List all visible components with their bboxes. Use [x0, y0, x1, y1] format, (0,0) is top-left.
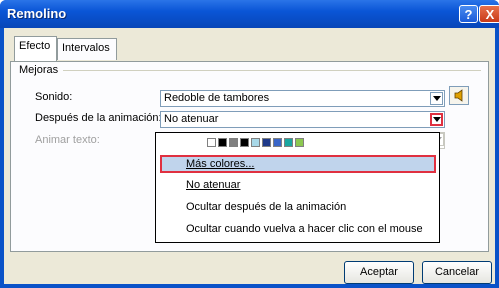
- menu-item-label: Ocultar después de la animación: [186, 201, 347, 213]
- tab-intervalos[interactable]: Intervalos: [57, 38, 117, 60]
- sound-dropdown-arrow[interactable]: [430, 92, 443, 105]
- close-button[interactable]: X: [479, 5, 499, 23]
- chevron-down-icon: [433, 117, 441, 122]
- color-swatch[interactable]: [262, 138, 271, 147]
- color-swatch[interactable]: [240, 138, 249, 147]
- menu-item-no-fade[interactable]: No atenuar: [160, 177, 436, 195]
- menu-item-hide-on-click[interactable]: Ocultar cuando vuelva a hacer clic con e…: [160, 221, 436, 239]
- menu-item-label: Ocultar cuando vuelva a hacer clic con e…: [186, 223, 423, 235]
- tab-efecto[interactable]: Efecto: [14, 36, 57, 61]
- window-title: Remolino: [7, 6, 67, 21]
- animate-text-label: Animar texto:: [35, 134, 100, 146]
- after-animation-label: Después de la animación:: [35, 112, 162, 124]
- menu-item-more-colors[interactable]: Más colores...: [160, 155, 436, 173]
- sound-label: Sonido:: [35, 91, 73, 103]
- help-button[interactable]: ?: [459, 5, 478, 23]
- color-swatch[interactable]: [218, 138, 227, 147]
- after-animation-value: No atenuar: [164, 113, 219, 125]
- after-animation-dropdown-arrow[interactable]: [430, 113, 443, 126]
- speaker-icon: [454, 89, 463, 102]
- sound-value: Redoble de tambores: [164, 92, 270, 104]
- sound-options-button[interactable]: [449, 86, 469, 105]
- after-animation-combo[interactable]: No atenuar: [160, 111, 445, 128]
- menu-item-label: No atenuar: [186, 179, 241, 191]
- color-swatch[interactable]: [284, 138, 293, 147]
- fade-options-dropdown: Más colores... No atenuar Ocultar despué…: [155, 132, 440, 243]
- ok-button[interactable]: Aceptar: [344, 261, 414, 284]
- sound-combo[interactable]: Redoble de tambores: [160, 90, 445, 107]
- color-swatch[interactable]: [207, 138, 216, 147]
- title-bar[interactable]: Remolino ? X: [0, 0, 499, 28]
- menu-item-hide-after-animation[interactable]: Ocultar después de la animación: [160, 199, 436, 217]
- group-divider: [63, 70, 481, 71]
- group-label-mejoras: Mejoras: [19, 64, 59, 76]
- color-swatch[interactable]: [251, 138, 260, 147]
- cancel-button[interactable]: Cancelar: [422, 261, 492, 284]
- dialog-window: Remolino ? X Efecto Intervalos Mejoras S…: [0, 0, 499, 288]
- chevron-down-icon: [433, 96, 441, 101]
- color-swatch[interactable]: [273, 138, 282, 147]
- color-swatch[interactable]: [295, 138, 304, 147]
- color-swatch[interactable]: [229, 138, 238, 147]
- menu-item-label: Más colores...: [186, 158, 255, 170]
